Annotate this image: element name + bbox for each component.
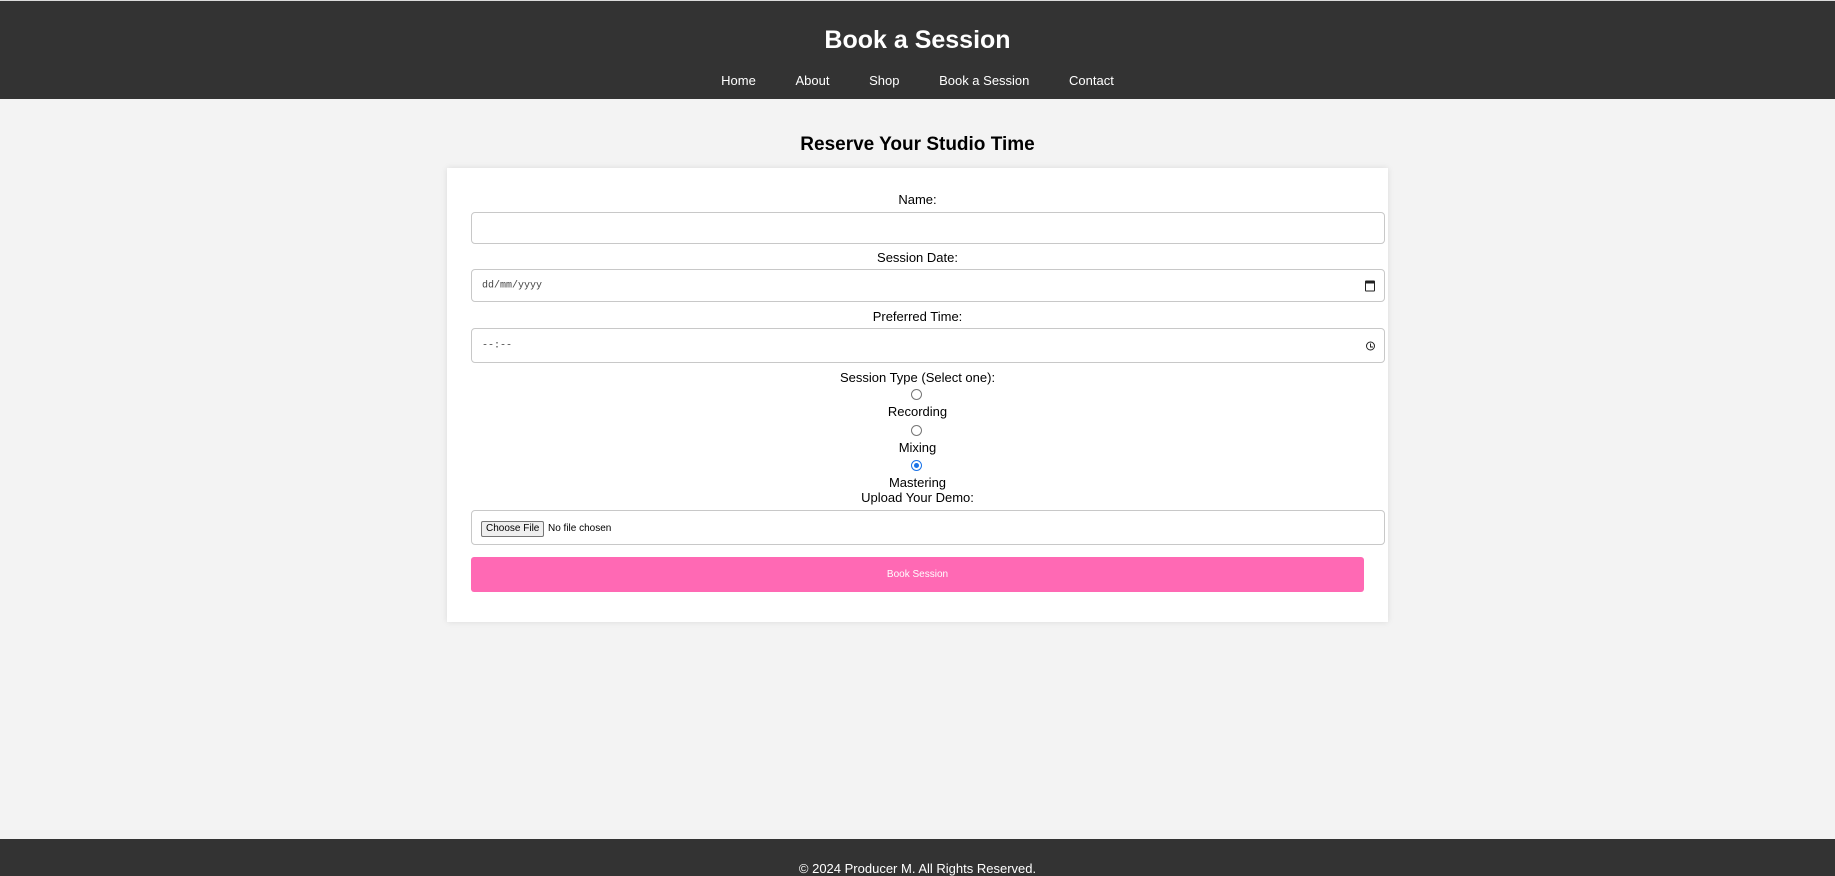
choose-file-button[interactable]: Choose File: [481, 521, 545, 537]
radio-mastering-label: Mastering: [888, 475, 947, 490]
session-date-input[interactable]: dd/mm/yyyy: [471, 269, 1385, 302]
name-input[interactable]: [471, 212, 1385, 244]
main-nav: Home About Shop Book a Session Contact: [0, 71, 1835, 91]
upload-demo-label: Upload Your Demo:: [861, 490, 974, 505]
preferred-time-label: Preferred Time:: [872, 309, 963, 324]
radio-recording-label: Recording: [887, 404, 948, 419]
nav-link-contact[interactable]: Contact: [1069, 73, 1114, 88]
upload-demo-field: Choose File No file chosen: [471, 510, 1385, 545]
copyright-text: © 2024 Producer M. All Rights Reserved.: [798, 861, 1037, 876]
radio-recording[interactable]: [911, 389, 922, 400]
page-heading: Reserve Your Studio Time: [800, 134, 1035, 155]
nav-link-book-session[interactable]: Book a Session: [939, 73, 1029, 88]
session-date-label: Session Date:: [877, 250, 958, 265]
nav-link-about[interactable]: About: [795, 73, 829, 88]
file-status-text: No file chosen: [548, 523, 612, 534]
clock-icon[interactable]: [1366, 341, 1375, 350]
book-session-button[interactable]: Book Session: [471, 557, 1364, 592]
radio-mixing-label: Mixing: [898, 440, 937, 455]
booking-form: Name: Session Date: dd/mm/yyyy Preferred…: [447, 168, 1388, 622]
site-header: Book a Session Home About Shop Book a Se…: [0, 0, 1835, 99]
session-type-label: Session Type (Select one):: [839, 370, 996, 385]
nav-link-home[interactable]: Home: [721, 73, 756, 88]
calendar-icon[interactable]: [1365, 280, 1375, 291]
site-footer: © 2024 Producer M. All Rights Reserved.: [0, 839, 1835, 876]
name-label: Name:: [898, 192, 937, 207]
preferred-time-placeholder: --:--: [482, 340, 513, 351]
radio-mastering[interactable]: [911, 460, 922, 471]
radio-mixing[interactable]: [911, 425, 922, 436]
site-title: Book a Session: [824, 26, 1011, 54]
nav-link-shop[interactable]: Shop: [869, 73, 899, 88]
preferred-time-input[interactable]: --:--: [471, 328, 1385, 363]
session-date-placeholder: dd/mm/yyyy: [482, 280, 543, 291]
